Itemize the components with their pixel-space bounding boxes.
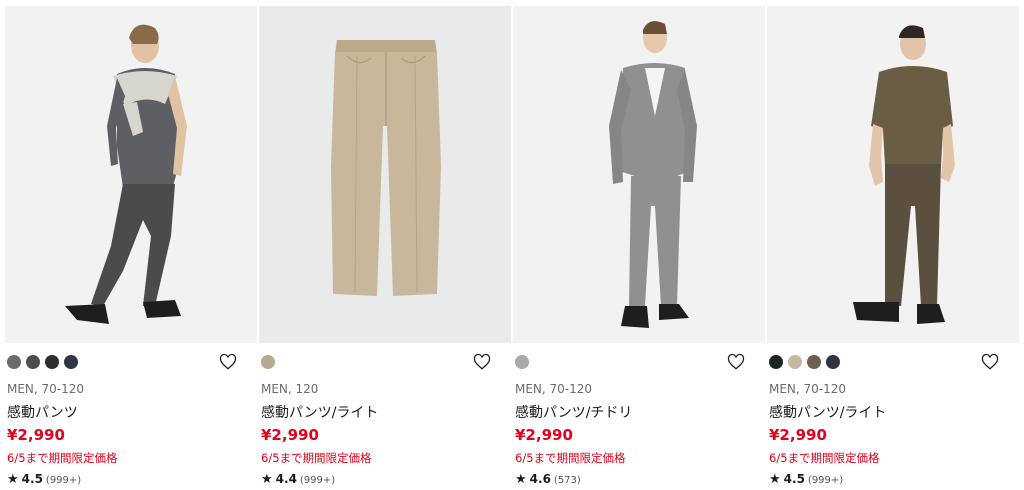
promo-label: 6/5まで期間限定価格 [7,451,118,465]
model-photo [5,6,257,343]
product-name[interactable]: 感動パンツ/チドリ [515,402,632,422]
model-photo [513,6,765,343]
product-rating: ★ 4.6 (573) [515,472,581,487]
product-rating: ★ 4.5 (999+) [769,472,843,487]
star-icon: ★ [769,472,781,487]
heart-outline-icon[interactable] [219,353,237,371]
product-rating: ★ 4.4 (999+) [261,472,335,487]
product-rating: ★ 4.5 (999+) [7,472,81,487]
color-swatch[interactable] [788,355,802,369]
product-meta: MEN, 70-120 [7,382,85,396]
product-grid: MEN, 70-120 感動パンツ ¥2,990 6/5まで期間限定価格 ★ 4… [5,6,1019,490]
product-image[interactable] [767,6,1019,343]
heart-outline-icon[interactable] [473,353,491,371]
color-swatch[interactable] [26,355,40,369]
star-icon: ★ [7,472,19,487]
review-count: (999+) [807,475,844,486]
star-icon: ★ [515,472,527,487]
product-meta: MEN, 70-120 [769,382,847,396]
promo-label: 6/5まで期間限定価格 [515,451,626,465]
color-swatch[interactable] [7,355,21,369]
color-swatches [7,355,78,369]
product-card[interactable]: MEN, 70-120 感動パンツ/チドリ ¥2,990 6/5まで期間限定価格… [513,6,765,490]
color-swatches [261,355,275,369]
product-meta: MEN, 120 [261,382,319,396]
model-photo [767,6,1019,343]
product-card[interactable]: MEN, 70-120 感動パンツ ¥2,990 6/5まで期間限定価格 ★ 4… [5,6,257,490]
rating-score: 4.6 [529,472,551,486]
product-card[interactable]: MEN, 70-120 感動パンツ/ライト ¥2,990 6/5まで期間限定価格… [767,6,1019,490]
product-meta: MEN, 70-120 [515,382,593,396]
color-swatch[interactable] [807,355,821,369]
color-swatch[interactable] [261,355,275,369]
product-price: ¥2,990 [7,426,65,444]
rating-score: 4.4 [275,472,297,486]
product-image[interactable] [513,6,765,343]
color-swatch[interactable] [769,355,783,369]
color-swatches [515,355,529,369]
product-name[interactable]: 感動パンツ/ライト [261,402,378,422]
heart-outline-icon[interactable] [981,353,999,371]
heart-outline-icon[interactable] [727,353,745,371]
review-count: (999+) [299,475,336,486]
product-image[interactable] [5,6,257,343]
rating-score: 4.5 [783,472,805,486]
review-count: (573) [553,475,581,486]
color-swatch[interactable] [64,355,78,369]
product-price: ¥2,990 [515,426,573,444]
rating-score: 4.5 [21,472,43,486]
color-swatch[interactable] [826,355,840,369]
star-icon: ★ [261,472,273,487]
color-swatches [769,355,840,369]
color-swatch[interactable] [45,355,59,369]
promo-label: 6/5まで期間限定価格 [261,451,372,465]
product-price: ¥2,990 [261,426,319,444]
product-name[interactable]: 感動パンツ [7,402,78,422]
product-card[interactable]: MEN, 120 感動パンツ/ライト ¥2,990 6/5まで期間限定価格 ★ … [259,6,511,490]
pants-photo [259,6,511,343]
product-name[interactable]: 感動パンツ/ライト [769,402,886,422]
product-image[interactable] [259,6,511,343]
review-count: (999+) [45,475,82,486]
product-price: ¥2,990 [769,426,827,444]
color-swatch[interactable] [515,355,529,369]
promo-label: 6/5まで期間限定価格 [769,451,880,465]
